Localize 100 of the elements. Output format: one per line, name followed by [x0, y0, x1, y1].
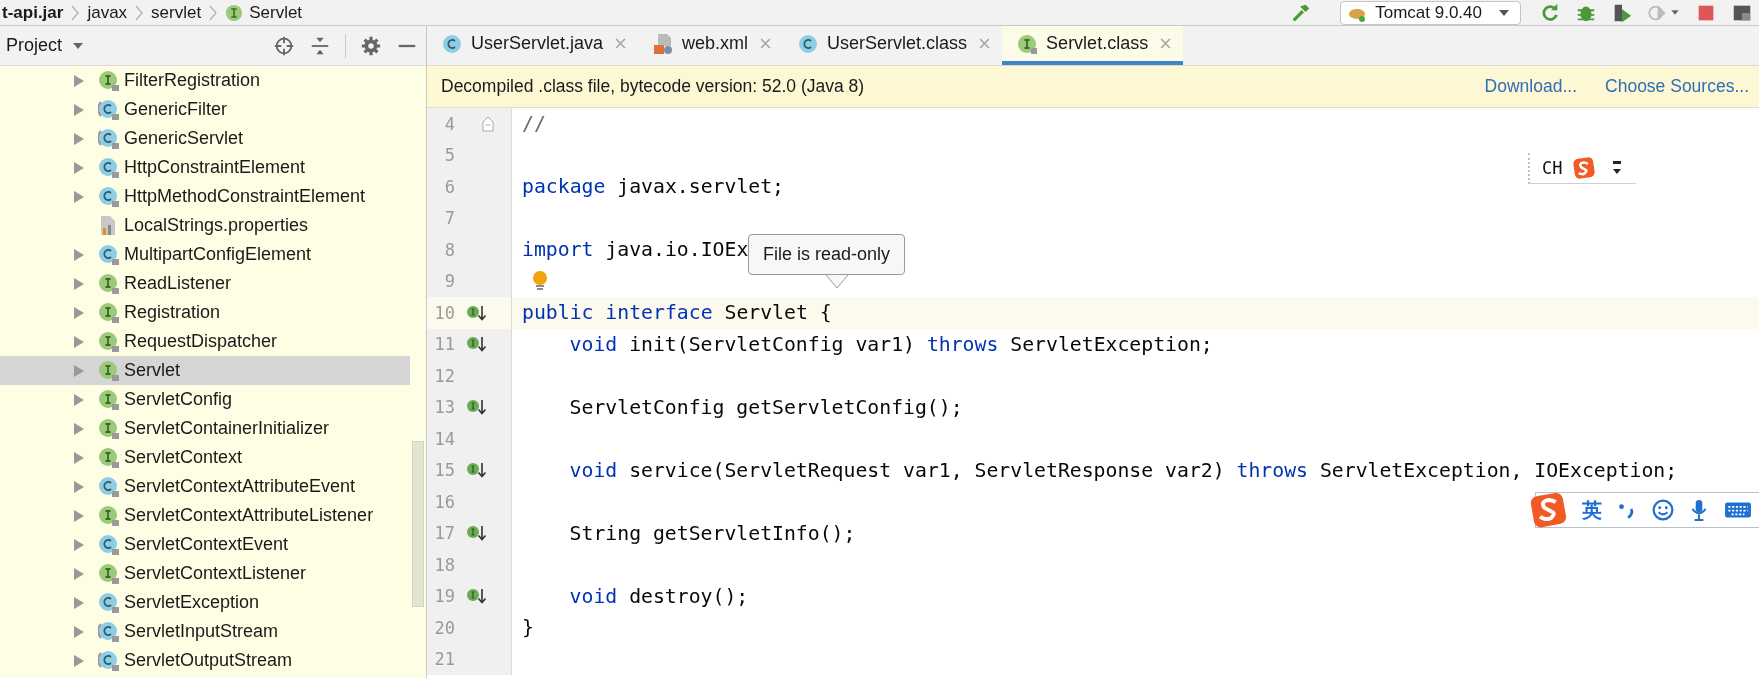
code-line: import java.io.IOEx [522, 238, 749, 262]
tooltip-pointer-icon [826, 275, 848, 289]
line-number: 17 [433, 523, 455, 544]
locate-icon[interactable] [273, 34, 295, 57]
implemented-marker-icon[interactable] [466, 335, 488, 354]
dropdown-caret-icon[interactable] [72, 41, 85, 50]
tree-item[interactable]: Registration [0, 298, 426, 327]
editor-tab[interactable]: web.xml [638, 26, 784, 65]
s-logo-icon[interactable] [1530, 491, 1568, 529]
line-number: 19 [433, 586, 455, 607]
tree-item[interactable]: GenericFilter [0, 95, 426, 124]
tree-item[interactable]: ServletContainerInitializer [0, 414, 426, 443]
interface-icon [98, 417, 120, 440]
implemented-marker-icon[interactable] [466, 303, 488, 322]
expand-arrow-icon[interactable] [74, 509, 84, 522]
expand-arrow-icon[interactable] [74, 132, 84, 145]
caret-icon [1498, 8, 1510, 17]
tree-item[interactable]: ServletContextEvent [0, 530, 426, 559]
expand-arrow-icon[interactable] [74, 161, 84, 174]
ime-mode-label[interactable]: CH [1542, 158, 1563, 178]
expand-arrow-icon[interactable] [74, 190, 84, 203]
code-line: ServletConfig getServletConfig(); [569, 395, 963, 419]
panel-title[interactable]: Project [6, 35, 63, 56]
breadcrumb[interactable]: javax [87, 2, 128, 23]
chevron-icon [209, 4, 218, 21]
tree-item[interactable]: ServletContext [0, 443, 426, 472]
tree-item[interactable]: ServletException [0, 588, 426, 617]
expand-arrow-icon[interactable] [74, 625, 84, 638]
chevron-icon [135, 4, 144, 21]
settings-icon[interactable] [360, 34, 382, 57]
expand-arrow-icon[interactable] [74, 74, 84, 87]
expand-arrow-icon[interactable] [74, 538, 84, 551]
close-icon[interactable] [615, 38, 627, 49]
tree-item[interactable]: ServletOutputStream [0, 646, 426, 675]
ime-language-label[interactable]: 英 [1582, 496, 1602, 524]
code-line: void init(ServletConfig var1) throws ServletException; [569, 332, 1213, 356]
smiley-icon[interactable] [1652, 499, 1674, 521]
line-number: 11 [433, 334, 455, 355]
tree-item[interactable]: HttpMethodConstraintElement [0, 182, 426, 211]
tree-item[interactable]: ServletContextAttributeListener [0, 501, 426, 530]
implemented-marker-icon[interactable] [466, 398, 488, 417]
close-icon[interactable] [760, 38, 772, 49]
tree-item[interactable]: HttpConstraintElement [0, 153, 426, 182]
expand-arrow-icon[interactable] [74, 654, 84, 667]
lightbulb-icon[interactable] [532, 270, 548, 293]
expand-arrow-icon[interactable] [74, 277, 84, 290]
code-line: package javax.servlet; [522, 175, 784, 199]
tree-item[interactable]: ServletConfig [0, 385, 426, 414]
class-icon [98, 475, 120, 498]
breadcrumb[interactable]: t-api.jar [2, 2, 64, 23]
scrollbar[interactable] [412, 441, 424, 607]
implemented-marker-icon[interactable] [466, 461, 488, 480]
ime-status-widget[interactable]: CH [1528, 153, 1637, 184]
tree-item[interactable]: ServletInputStream [0, 617, 426, 646]
expand-arrow-icon[interactable] [74, 335, 84, 348]
expand-arrow-icon[interactable] [74, 596, 84, 609]
abstract-class-icon [98, 649, 120, 672]
close-icon[interactable] [1160, 38, 1172, 49]
expand-arrow-icon[interactable] [74, 567, 84, 580]
expand-arrow-icon[interactable] [74, 422, 84, 435]
interface-icon [98, 330, 120, 353]
tree-item[interactable]: ServletContextListener [0, 559, 426, 588]
breadcrumb[interactable]: Servlet [225, 2, 303, 23]
line-number: 7 [443, 208, 455, 229]
editor-tab[interactable]: Servlet.class [1002, 26, 1184, 65]
expand-arrow-icon[interactable] [74, 103, 84, 116]
keyboard-icon[interactable] [1724, 499, 1752, 521]
s-logo-icon[interactable] [1572, 156, 1597, 180]
code-line: String getServletInfo(); [569, 521, 856, 545]
close-icon[interactable] [979, 38, 991, 49]
expand-arrow-icon[interactable] [74, 248, 84, 261]
xml-file-icon [652, 32, 675, 55]
code-line: public interface Servlet { [522, 301, 832, 325]
tree-item[interactable]: LocalStrings.properties [0, 211, 426, 240]
expand-arrow-icon[interactable] [74, 451, 84, 464]
tree-item[interactable]: RequestDispatcher [0, 327, 426, 356]
tree-item[interactable]: ReadListener [0, 269, 426, 298]
banner-link[interactable]: Choose Sources... [1605, 76, 1749, 97]
tree-item[interactable]: Servlet [0, 356, 410, 385]
fold-marker-icon[interactable] [482, 115, 494, 132]
tree-item[interactable]: GenericServlet [0, 124, 426, 153]
line-number: 16 [433, 491, 455, 512]
tree-item[interactable]: MultipartConfigElement [0, 240, 426, 269]
editor-tab[interactable]: UserServlet.java [427, 26, 639, 65]
abstract-class-icon [98, 620, 120, 643]
editor-tab[interactable]: UserServlet.class [783, 26, 1003, 65]
implemented-marker-icon[interactable] [466, 524, 488, 543]
expand-arrow-icon[interactable] [74, 306, 84, 319]
expand-arrow-icon[interactable] [74, 393, 84, 406]
expand-arrow-icon[interactable] [74, 364, 84, 377]
code-line: void service(ServletRequest var1, ServletResponse var2) throws ServletException, IOException; [569, 458, 1678, 482]
interface-icon [98, 504, 120, 527]
expand-arrow-icon[interactable] [74, 480, 84, 493]
run-configuration-dropdown[interactable]: Tomcat 9.0.40 [1340, 0, 1521, 25]
tree-item[interactable]: FilterRegistration [0, 66, 426, 95]
tree-item[interactable]: ServletContextAttributeEvent [0, 472, 426, 501]
class-icon [441, 32, 463, 55]
banner-link[interactable]: Download... [1484, 76, 1578, 97]
breadcrumb[interactable]: servlet [151, 2, 202, 23]
implemented-marker-icon[interactable] [466, 587, 488, 606]
